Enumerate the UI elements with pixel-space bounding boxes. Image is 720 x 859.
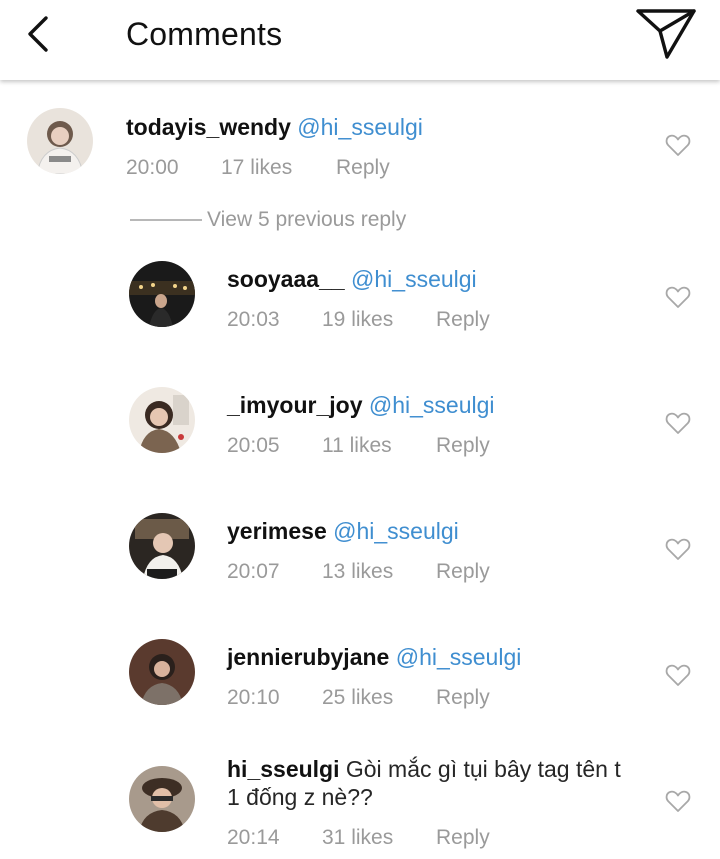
- comment-username[interactable]: sooyaaa__: [227, 266, 345, 292]
- comment-time: 20:07: [227, 560, 280, 583]
- heart-outline-icon: [665, 286, 691, 308]
- heart-outline-icon: [665, 790, 691, 812]
- likes-count[interactable]: 17 likes: [221, 155, 292, 181]
- comment-time: 20:03: [227, 308, 280, 331]
- comment-time: 20:00: [126, 156, 179, 179]
- comment-text: jennierubyjane @hi_sseulgi: [227, 643, 667, 671]
- reply-button[interactable]: Reply: [336, 155, 390, 181]
- like-button[interactable]: [665, 789, 691, 813]
- comment-mention[interactable]: @hi_sseulgi: [369, 392, 495, 418]
- comment-mention[interactable]: @hi_sseulgi: [351, 266, 477, 292]
- heart-outline-icon: [665, 134, 691, 156]
- share-button[interactable]: [634, 5, 698, 61]
- app-header: Comments: [0, 0, 720, 80]
- avatar[interactable]: [27, 108, 93, 174]
- comment-text: _imyour_joy @hi_sseulgi: [227, 391, 667, 419]
- reply-button[interactable]: Reply: [436, 559, 490, 585]
- avatar[interactable]: [129, 513, 195, 579]
- reply-button[interactable]: Reply: [436, 685, 490, 711]
- like-button[interactable]: [665, 285, 691, 309]
- comment-time: 20:05: [227, 434, 280, 457]
- heart-outline-icon: [665, 538, 691, 560]
- comment-time: 20:14: [227, 826, 280, 849]
- avatar[interactable]: [129, 387, 195, 453]
- like-button[interactable]: [665, 411, 691, 435]
- comment-username[interactable]: todayis_wendy: [126, 114, 291, 140]
- avatar[interactable]: [129, 639, 195, 705]
- likes-count[interactable]: 31 likes: [322, 825, 393, 851]
- likes-count[interactable]: 13 likes: [322, 559, 393, 585]
- reply-button[interactable]: Reply: [436, 433, 490, 459]
- likes-count[interactable]: 19 likes: [322, 307, 393, 333]
- divider: [130, 219, 202, 221]
- avatar[interactable]: [129, 261, 195, 327]
- like-button[interactable]: [665, 537, 691, 561]
- reply-button[interactable]: Reply: [436, 307, 490, 333]
- like-button[interactable]: [665, 663, 691, 687]
- comment-username[interactable]: hi_sseulgi: [227, 756, 339, 782]
- comment-text: hi_sseulgi Gòi mắc gì tụi bây tag tên t …: [227, 755, 632, 811]
- comment-text: todayis_wendy @hi_sseulgi: [126, 113, 566, 141]
- heart-outline-icon: [665, 412, 691, 434]
- reply-button[interactable]: Reply: [436, 825, 490, 851]
- comment-username[interactable]: _imyour_joy: [227, 392, 363, 418]
- comment-username[interactable]: jennierubyjane: [227, 644, 389, 670]
- comment-mention[interactable]: @hi_sseulgi: [297, 114, 423, 140]
- comment-mention[interactable]: @hi_sseulgi: [396, 644, 522, 670]
- likes-count[interactable]: 25 likes: [322, 685, 393, 711]
- comment-time: 20:10: [227, 686, 280, 709]
- back-arrow-icon: [28, 16, 48, 52]
- page-title: Comments: [126, 16, 283, 52]
- send-direct-icon: [636, 9, 696, 59]
- comment-username[interactable]: yerimese: [227, 518, 327, 544]
- like-button[interactable]: [665, 133, 691, 157]
- avatar[interactable]: [129, 766, 195, 832]
- comment-text: yerimese @hi_sseulgi: [227, 517, 667, 545]
- heart-outline-icon: [665, 664, 691, 686]
- back-button[interactable]: [22, 14, 58, 54]
- comment-text: sooyaaa__ @hi_sseulgi: [227, 265, 667, 293]
- likes-count[interactable]: 11 likes: [322, 433, 392, 459]
- view-previous-label: View 5 previous reply: [207, 208, 407, 231]
- comment-mention[interactable]: @hi_sseulgi: [333, 518, 459, 544]
